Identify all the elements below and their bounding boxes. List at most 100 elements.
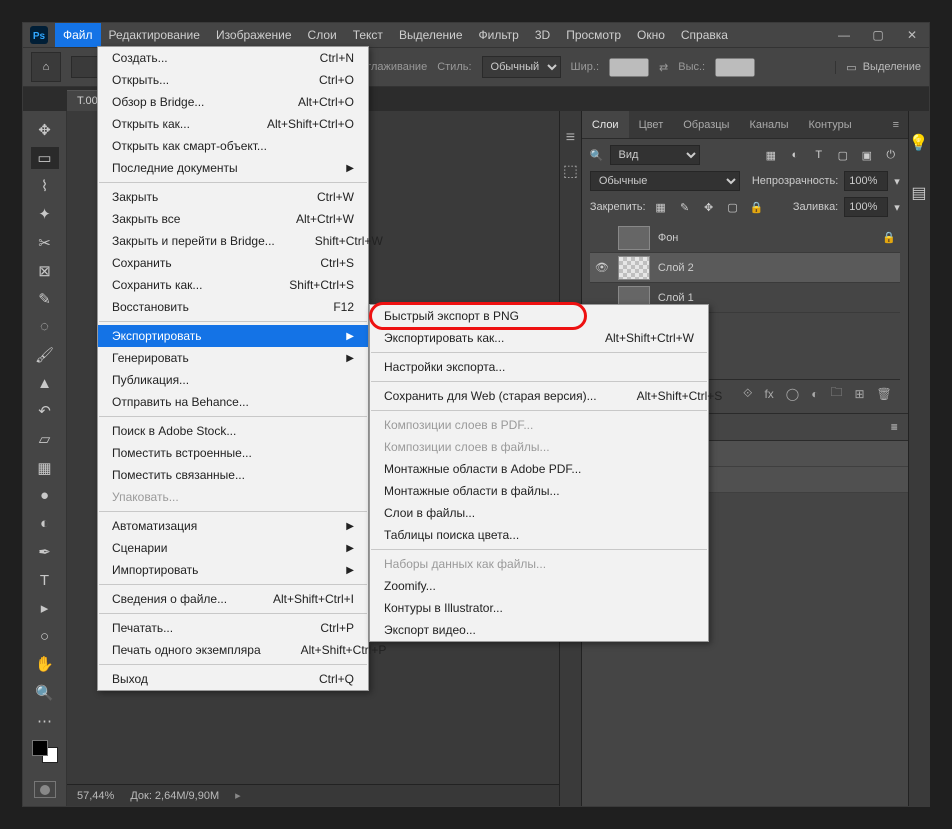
menu-item[interactable]: Экспортировать▶ (98, 325, 368, 347)
filter-smart-icon[interactable]: ▣ (858, 149, 876, 162)
more-tools-icon[interactable]: ⋯ (31, 710, 59, 732)
panel-handle-icon[interactable]: ≡ (566, 129, 575, 147)
mask-toggle-icon[interactable]: ▭ (846, 61, 856, 74)
lasso-tool-icon[interactable]: ⌇ (31, 175, 59, 197)
filter-type-icon[interactable]: T (810, 149, 828, 161)
dodge-tool-icon[interactable]: ◐ (31, 513, 59, 535)
panel-tab[interactable]: Цвет (629, 111, 674, 138)
window-close[interactable]: ✕ (895, 23, 929, 47)
menu-item[interactable]: Экспорт видео... (370, 619, 708, 641)
opacity-dropdown-icon[interactable]: ▾ (894, 175, 900, 188)
menu-фильтр[interactable]: Фильтр (471, 23, 527, 47)
menu-item[interactable]: Сохранить для Web (старая версия)...Alt+… (370, 385, 708, 407)
patch-tool-icon[interactable]: ◌ (31, 316, 59, 338)
lock-pixels-icon[interactable]: ▦ (652, 201, 670, 214)
menu-редактирование[interactable]: Редактирование (101, 23, 208, 47)
menu-выделение[interactable]: Выделение (391, 23, 471, 47)
layer-row[interactable]: Фон🔒 (590, 223, 900, 253)
style-select[interactable]: Обычный (482, 56, 561, 78)
zoom-tool-icon[interactable]: 🔍 (31, 682, 59, 704)
menu-item[interactable]: Контуры в Illustrator... (370, 597, 708, 619)
hand-tool-icon[interactable]: ✋ (31, 653, 59, 675)
search-icon[interactable]: 🔍 (590, 149, 604, 162)
menu-item[interactable]: Слои в файлы... (370, 502, 708, 524)
lock-artboard-icon[interactable]: ▢ (724, 201, 742, 214)
panel-tab[interactable]: Каналы (739, 111, 798, 138)
menu-справка[interactable]: Справка (673, 23, 736, 47)
menu-текст[interactable]: Текст (345, 23, 391, 47)
menu-item[interactable]: Создать...Ctrl+N (98, 47, 368, 69)
menu-item[interactable]: Экспортировать как...Alt+Shift+Ctrl+W (370, 327, 708, 349)
crop-tool-icon[interactable]: ✂ (31, 232, 59, 254)
path-select-tool-icon[interactable]: ▸ (31, 597, 59, 619)
menu-item[interactable]: Zoomify... (370, 575, 708, 597)
gradient-tool-icon[interactable]: ▦ (31, 457, 59, 479)
menu-слои[interactable]: Слои (300, 23, 345, 47)
menu-item[interactable]: Поместить связанные... (98, 464, 368, 486)
menu-item[interactable]: Обзор в Bridge...Alt+Ctrl+O (98, 91, 368, 113)
menu-item[interactable]: Закрыть и перейти в Bridge...Shift+Ctrl+… (98, 230, 368, 252)
panel-menu-icon[interactable]: ≡ (884, 111, 908, 138)
menu-item[interactable]: Монтажные области в Adobe PDF... (370, 458, 708, 480)
menu-3d[interactable]: 3D (527, 23, 558, 47)
eyedropper-tool-icon[interactable]: ✎ (31, 288, 59, 310)
move-tool-icon[interactable]: ✥ (31, 119, 59, 141)
menu-item[interactable]: Открыть как...Alt+Shift+Ctrl+O (98, 113, 368, 135)
menu-item[interactable]: Генерировать▶ (98, 347, 368, 369)
color-swatches[interactable] (30, 738, 60, 766)
fill-dropdown-icon[interactable]: ▾ (894, 201, 900, 214)
home-button[interactable]: ⌂ (31, 52, 61, 82)
status-menu-icon[interactable]: ▸ (235, 789, 241, 802)
menu-просмотр[interactable]: Просмотр (558, 23, 629, 47)
marquee-tool-icon[interactable]: ▭ (31, 147, 59, 169)
menu-item[interactable]: Таблицы поиска цвета... (370, 524, 708, 546)
quick-mask-toggle[interactable] (34, 781, 56, 798)
fill-input[interactable] (844, 197, 888, 217)
select-and-mask-label[interactable]: Выделение (863, 61, 921, 73)
menu-item[interactable]: Сохранить как...Shift+Ctrl+S (98, 274, 368, 296)
menu-item[interactable]: Отправить на Behance... (98, 391, 368, 413)
menu-item[interactable]: Поместить встроенные... (98, 442, 368, 464)
panel-tab[interactable]: Образцы (673, 111, 739, 138)
menu-item[interactable]: Поиск в Adobe Stock... (98, 420, 368, 442)
filter-adjust-icon[interactable]: ◐ (786, 149, 804, 161)
eraser-tool-icon[interactable]: ▱ (31, 428, 59, 450)
lock-all-icon[interactable]: 🔒 (748, 201, 766, 214)
brush-tool-icon[interactable]: 🖌 (31, 344, 59, 366)
menu-item[interactable]: ВосстановитьF12 (98, 296, 368, 318)
filter-shape-icon[interactable]: ▢ (834, 149, 852, 162)
menu-item[interactable]: Печатать...Ctrl+P (98, 617, 368, 639)
menu-item[interactable]: Публикация... (98, 369, 368, 391)
pen-tool-icon[interactable]: ✒ (31, 541, 59, 563)
layer-row[interactable]: 👁Слой 2 (590, 253, 900, 283)
menu-item[interactable]: Настройки экспорта... (370, 356, 708, 378)
quick-select-tool-icon[interactable]: ✦ (31, 203, 59, 225)
window-minimize[interactable]: — (827, 23, 861, 47)
panel-tab[interactable]: Слои (582, 111, 629, 138)
swap-wh-icon[interactable]: ⇄ (659, 61, 668, 74)
history-brush-tool-icon[interactable]: ↶ (31, 400, 59, 422)
layer-name[interactable]: Слой 1 (658, 292, 694, 304)
window-maximize[interactable]: ▢ (861, 23, 895, 47)
menu-item[interactable]: Открыть...Ctrl+O (98, 69, 368, 91)
type-tool-icon[interactable]: T (31, 569, 59, 591)
menu-item[interactable]: Быстрый экспорт в PNG (370, 305, 708, 327)
menu-изображение[interactable]: Изображение (208, 23, 300, 47)
tool-preset[interactable] (71, 56, 99, 78)
panel-tab[interactable]: Контуры (799, 111, 862, 138)
shape-tool-icon[interactable]: ○ (31, 625, 59, 647)
delete-layer-icon[interactable]: 🗑 (877, 387, 892, 401)
menu-item[interactable]: Сценарии▶ (98, 537, 368, 559)
frame-tool-icon[interactable]: ⊠ (31, 260, 59, 282)
blur-tool-icon[interactable]: ● (31, 485, 59, 507)
menu-item[interactable]: ВыходCtrl+Q (98, 668, 368, 690)
stamp-tool-icon[interactable]: ▲ (31, 372, 59, 394)
new-group-icon[interactable]: 🗀 (830, 383, 842, 404)
menu-окно[interactable]: Окно (629, 23, 673, 47)
layer-thumbnail[interactable] (618, 226, 650, 250)
opacity-input[interactable] (844, 171, 888, 191)
menu-item[interactable]: Печать одного экземпляраAlt+Shift+Ctrl+P (98, 639, 368, 661)
menu-файл[interactable]: Файл (55, 23, 101, 47)
learn-panel-icon[interactable]: 💡 (909, 133, 929, 153)
zoom-level[interactable]: 57,44% (77, 790, 114, 802)
